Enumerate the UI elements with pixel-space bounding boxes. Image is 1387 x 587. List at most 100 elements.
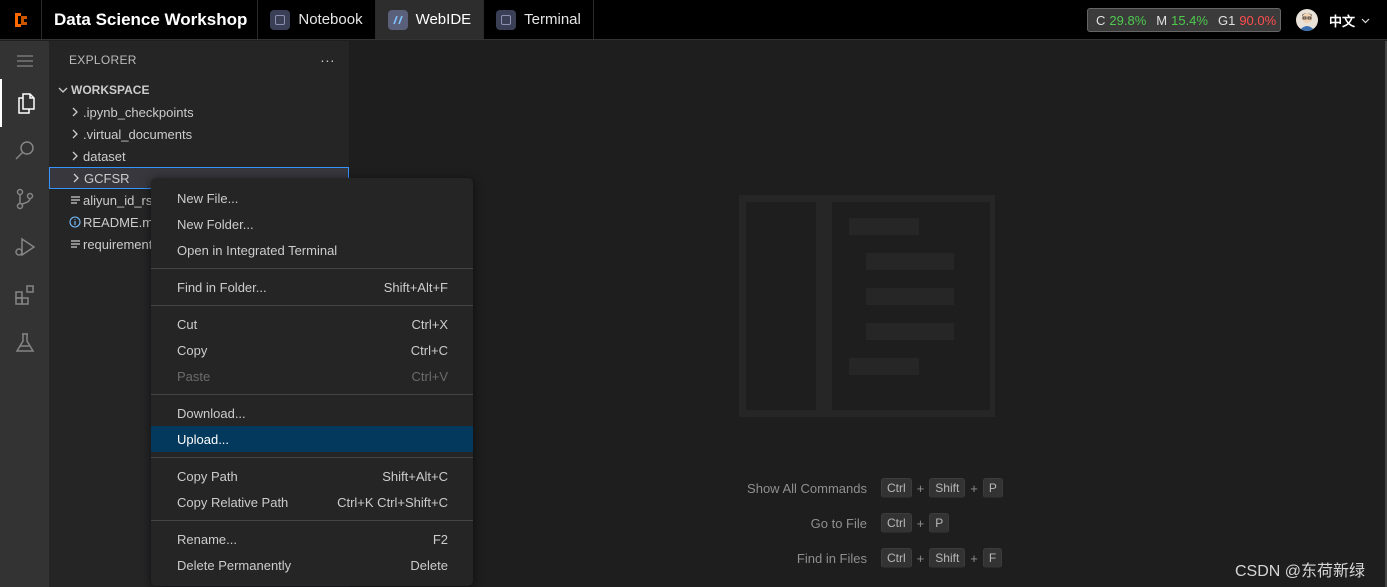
chevron-right-icon	[67, 129, 83, 139]
terminal-icon	[496, 9, 517, 30]
notebook-icon	[270, 9, 291, 30]
webide-window: Data Science Workshop Notebook WebIDE Te…	[0, 0, 1387, 587]
flask-icon[interactable]	[0, 319, 49, 367]
menu-label: Find in Folder...	[177, 279, 267, 295]
menu-label: Delete Permanently	[177, 557, 292, 573]
key-cap: Ctrl	[881, 478, 912, 498]
cpu-value: 29.8%	[1109, 12, 1147, 28]
activity-bar	[0, 41, 49, 587]
resource-stats[interactable]: C 29.8% M 15.4% G1 90.0%	[1087, 8, 1281, 32]
menu-separator	[151, 305, 473, 306]
menu-shortcut: Delete	[410, 557, 448, 573]
menu-item-copy-path[interactable]: Copy Path Shift+Alt+C	[151, 463, 473, 489]
explorer-title: EXPLORER	[69, 53, 137, 67]
context-menu: New File... New Folder... Open in Integr…	[151, 178, 473, 586]
menu-label: Rename...	[177, 531, 237, 547]
menu-shortcut: Ctrl+K Ctrl+Shift+C	[337, 494, 448, 510]
menu-icon[interactable]	[0, 41, 49, 81]
gpu-label: G1	[1217, 12, 1236, 28]
tab-webide[interactable]: WebIDE	[375, 0, 485, 39]
chevron-down-icon	[1361, 18, 1370, 23]
menu-label: Copy Relative Path	[177, 494, 289, 510]
hint-find-in-files: Find in Files Ctrl + Shift + F	[727, 548, 1003, 568]
menu-item-new-file[interactable]: New File...	[151, 185, 473, 211]
menu-item-find-in-folder[interactable]: Find in Folder... Shift+Alt+F	[151, 274, 473, 300]
menu-label: Open in Integrated Terminal	[177, 242, 338, 258]
tree-folder[interactable]: .virtual_documents	[49, 123, 349, 145]
menu-separator	[151, 394, 473, 395]
chevron-right-icon	[68, 173, 84, 183]
key-cap: Ctrl	[881, 513, 912, 533]
tab-notebook[interactable]: Notebook	[258, 0, 376, 39]
cpu-label: C	[1096, 12, 1106, 28]
menu-item-open-terminal[interactable]: Open in Integrated Terminal	[151, 237, 473, 263]
tree-label: GCFSR	[84, 170, 130, 186]
menu-shortcut: Ctrl+V	[411, 368, 448, 384]
menu-item-download[interactable]: Download...	[151, 400, 473, 426]
memory-label: M	[1156, 12, 1168, 28]
language-switcher[interactable]: 中文	[1329, 11, 1370, 30]
tree-label: dataset	[83, 148, 126, 164]
hint-go-to-file: Go to File Ctrl + P	[727, 513, 950, 533]
top-bar: Data Science Workshop Notebook WebIDE Te…	[0, 0, 1387, 40]
explorer-icon[interactable]	[0, 79, 49, 127]
menu-item-copy[interactable]: Copy Ctrl+C	[151, 337, 473, 363]
extensions-icon[interactable]	[0, 271, 49, 319]
menu-separator	[151, 520, 473, 521]
key-cap: Ctrl	[881, 548, 912, 568]
webide-icon	[387, 9, 408, 30]
memory-value: 15.4%	[1171, 12, 1208, 28]
menu-item-new-folder[interactable]: New Folder...	[151, 211, 473, 237]
menu-separator	[151, 268, 473, 269]
hint-label: Find in Files	[796, 550, 867, 566]
menu-shortcut: Shift+Alt+F	[383, 279, 448, 295]
key-cap: P	[929, 513, 950, 533]
menu-label: New Folder...	[177, 216, 254, 232]
workspace-header[interactable]: WORKSPACE	[49, 79, 349, 101]
source-control-icon[interactable]	[0, 175, 49, 223]
menu-label: Paste	[177, 368, 211, 384]
more-actions-icon[interactable]: ···	[320, 52, 335, 68]
menu-item-cut[interactable]: Cut Ctrl+X	[151, 311, 473, 337]
explorer-header: EXPLORER ···	[49, 41, 349, 79]
key-cap: P	[982, 478, 1003, 498]
file-lines-icon	[67, 239, 83, 249]
tree-folder[interactable]: .ipynb_checkpoints	[49, 101, 349, 123]
chevron-right-icon	[67, 151, 83, 161]
tab-label: Terminal	[524, 11, 581, 28]
editor-area: Show All Commands Ctrl + Shift + P Go to F…	[349, 41, 1385, 587]
chevron-down-icon	[55, 87, 71, 94]
menu-shortcut: F2	[432, 531, 448, 547]
tree-label: .ipynb_checkpoints	[83, 104, 194, 120]
app-logo-icon[interactable]	[0, 0, 42, 39]
workspace-label: WORKSPACE	[71, 83, 150, 97]
menu-item-delete-permanently[interactable]: Delete Permanently Delete	[151, 552, 473, 578]
menu-label: Upload...	[177, 431, 230, 447]
info-icon	[67, 216, 83, 228]
file-lines-icon	[67, 195, 83, 205]
avatar[interactable]	[1296, 9, 1318, 31]
menu-item-copy-relative-path[interactable]: Copy Relative Path Ctrl+K Ctrl+Shift+C	[151, 489, 473, 515]
menu-label: Copy	[177, 342, 208, 358]
hint-label: Show All Commands	[747, 480, 867, 496]
hint-show-all-commands: Show All Commands Ctrl + Shift + P	[727, 478, 1003, 498]
language-label: 中文	[1329, 14, 1356, 29]
menu-label: Cut	[177, 316, 198, 332]
menu-item-rename[interactable]: Rename... F2	[151, 526, 473, 552]
chevron-right-icon	[67, 107, 83, 117]
tree-label: aliyun_id_rsa	[83, 192, 160, 208]
editor-watermark-icon	[739, 195, 995, 417]
tree-label: README.md	[83, 214, 161, 230]
search-icon[interactable]	[0, 127, 49, 175]
tree-folder[interactable]: dataset	[49, 145, 349, 167]
menu-separator	[151, 457, 473, 458]
menu-shortcut: Ctrl+X	[411, 316, 448, 332]
menu-shortcut: Ctrl+C	[410, 342, 448, 358]
key-cap: Shift	[929, 548, 966, 568]
tab-label: WebIDE	[415, 11, 472, 28]
key-cap: Shift	[929, 478, 966, 498]
tree-label: .virtual_documents	[83, 126, 193, 142]
tab-terminal[interactable]: Terminal	[484, 0, 594, 39]
menu-item-upload[interactable]: Upload...	[151, 426, 473, 452]
run-debug-icon[interactable]	[0, 223, 49, 271]
